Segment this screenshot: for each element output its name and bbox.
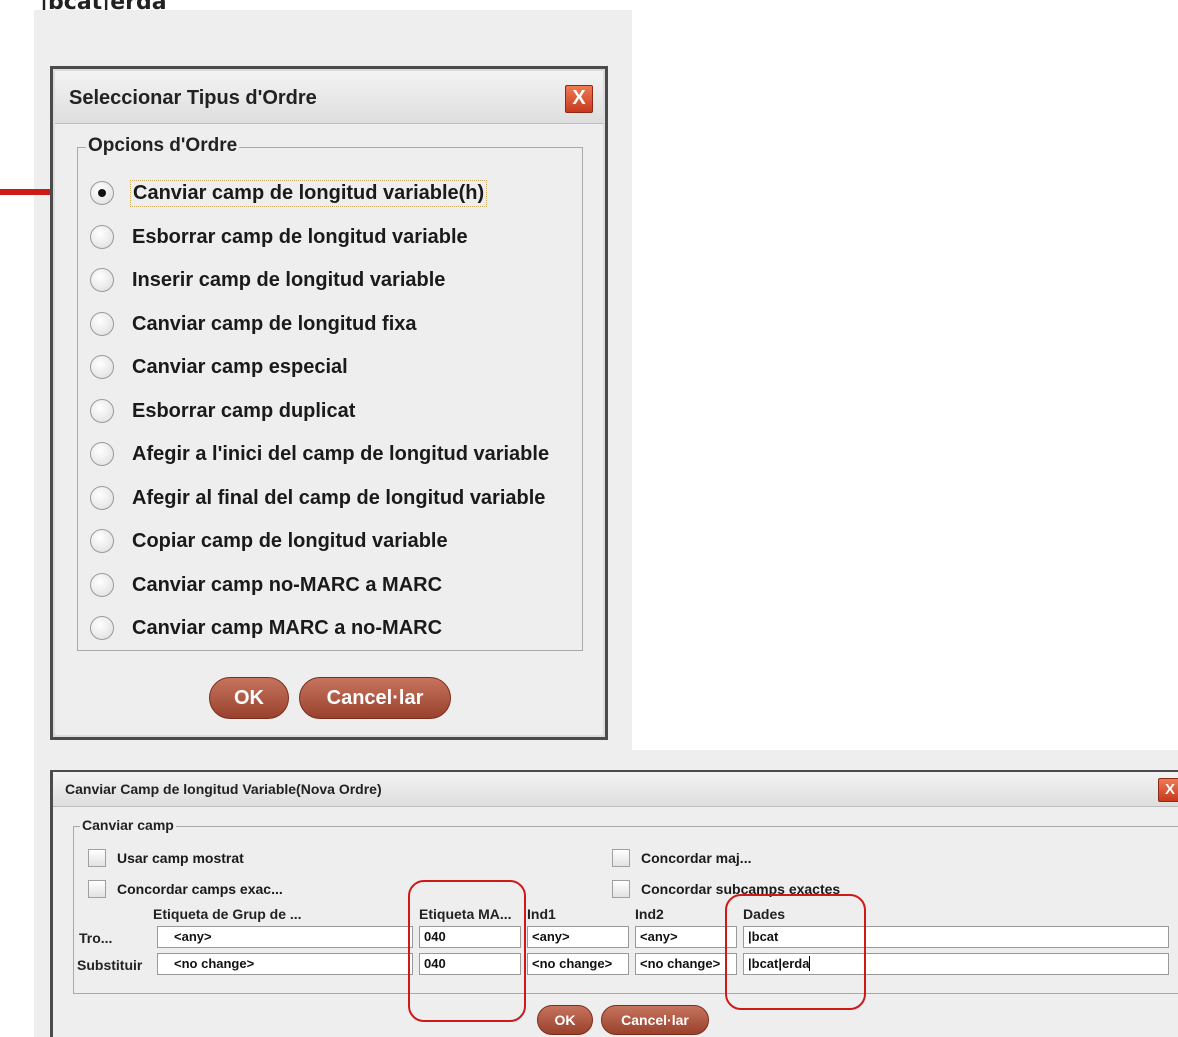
checkbox-icon[interactable]	[612, 880, 630, 898]
option-change-variable-field[interactable]: Canviar camp de longitud variable(h)	[90, 178, 488, 208]
checkbox-icon[interactable]	[88, 880, 106, 898]
checkbox-label: Concordar maj...	[641, 850, 752, 866]
radio-icon[interactable]	[90, 616, 114, 640]
option-label: Canviar camp de longitud variable(h)	[130, 179, 488, 207]
option-label: Copiar camp de longitud variable	[132, 529, 448, 552]
ok-button[interactable]: OK	[209, 677, 289, 719]
checkbox-icon[interactable]	[88, 849, 106, 867]
option-change-special-field[interactable]: Canviar camp especial	[90, 352, 350, 382]
option-delete-variable-field[interactable]: Esborrar camp de longitud variable	[90, 222, 470, 252]
dialog-title: Seleccionar Tipus d'Ordre	[69, 87, 317, 109]
radio-icon[interactable]	[90, 355, 114, 379]
checkbox-icon[interactable]	[612, 849, 630, 867]
column-header-ind2: Ind2	[635, 906, 664, 922]
option-label: Canviar camp no-MARC a MARC	[132, 573, 443, 596]
option-prepend-variable-field[interactable]: Afegir a l'inici del camp de longitud va…	[90, 439, 551, 469]
find-group-tag-field[interactable]: <any>	[157, 926, 413, 948]
option-label: Afegir al final del camp de longitud var…	[132, 486, 546, 509]
option-label: Esborrar camp duplicat	[132, 399, 356, 422]
radio-icon[interactable]	[90, 573, 114, 597]
ok-button[interactable]: OK	[537, 1005, 593, 1035]
cancel-button[interactable]: Cancel·lar	[601, 1005, 709, 1035]
option-non-marc-to-marc[interactable]: Canviar camp no-MARC a MARC	[90, 570, 444, 600]
replace-ind2-field[interactable]: <no change>	[635, 953, 737, 975]
option-label: Canviar camp MARC a no-MARC	[132, 616, 443, 639]
option-label: Canviar camp de longitud fixa	[132, 312, 417, 335]
radio-icon[interactable]	[90, 312, 114, 336]
dialog-titlebar: Seleccionar Tipus d'Ordre X	[55, 71, 603, 124]
radio-icon[interactable]	[90, 529, 114, 553]
marc-tag-highlight-annotation	[408, 880, 526, 1022]
find-ind2-field[interactable]: <any>	[635, 926, 737, 948]
checkbox-label: Usar camp mostrat	[117, 850, 244, 866]
close-button[interactable]: X	[565, 85, 593, 113]
group-legend: Canviar camp	[80, 817, 176, 833]
select-command-type-dialog: Seleccionar Tipus d'Ordre X Opcions d'Or…	[50, 66, 608, 740]
radio-selected-icon[interactable]	[90, 181, 114, 205]
find-ind1-field[interactable]: <any>	[527, 926, 629, 948]
cancel-button[interactable]: Cancel·lar	[299, 677, 451, 719]
dialog-titlebar: Canviar Camp de longitud Variable(Nova O…	[53, 772, 1178, 807]
option-insert-variable-field[interactable]: Inserir camp de longitud variable	[90, 265, 447, 295]
replace-group-tag-field[interactable]: <no change>	[157, 953, 413, 975]
match-case-checkbox[interactable]: Concordar maj...	[612, 849, 751, 867]
option-copy-variable-field[interactable]: Copiar camp de longitud variable	[90, 526, 450, 556]
option-label: Canviar camp especial	[132, 355, 348, 378]
column-header-group-tag: Etiqueta de Grup de ...	[153, 906, 302, 922]
option-label: Inserir camp de longitud variable	[132, 268, 446, 291]
command-options-group: Opcions d'Ordre Canviar camp de longitud…	[77, 135, 583, 651]
checkbox-label: Concordar camps exac...	[117, 881, 283, 897]
radio-icon[interactable]	[90, 442, 114, 466]
data-column-highlight-annotation	[725, 894, 866, 1010]
option-label: Afegir a l'inici del camp de longitud va…	[132, 442, 550, 465]
column-header-ind1: Ind1	[527, 906, 556, 922]
option-delete-duplicate-field[interactable]: Esborrar camp duplicat	[90, 396, 357, 426]
radio-icon[interactable]	[90, 486, 114, 510]
option-change-fixed-field[interactable]: Canviar camp de longitud fixa	[90, 309, 419, 339]
close-button[interactable]: X	[1158, 778, 1178, 802]
radio-icon[interactable]	[90, 268, 114, 292]
radio-icon[interactable]	[90, 225, 114, 249]
use-displayed-field-checkbox[interactable]: Usar camp mostrat	[88, 849, 244, 867]
option-marc-to-non-marc[interactable]: Canviar camp MARC a no-MARC	[90, 613, 444, 643]
option-append-variable-field[interactable]: Afegir al final del camp de longitud var…	[90, 483, 547, 513]
replace-row-label: Substituir	[77, 957, 143, 973]
replace-ind1-field[interactable]: <no change>	[527, 953, 629, 975]
find-row-label: Tro...	[79, 930, 113, 946]
match-exact-fields-checkbox[interactable]: Concordar camps exac...	[88, 880, 283, 898]
radio-icon[interactable]	[90, 399, 114, 423]
change-variable-field-dialog: Canviar Camp de longitud Variable(Nova O…	[50, 770, 1178, 1037]
group-legend: Opcions d'Ordre	[86, 135, 240, 157]
option-label: Esborrar camp de longitud variable	[132, 225, 468, 248]
dialog-title: Canviar Camp de longitud Variable(Nova O…	[65, 781, 382, 797]
